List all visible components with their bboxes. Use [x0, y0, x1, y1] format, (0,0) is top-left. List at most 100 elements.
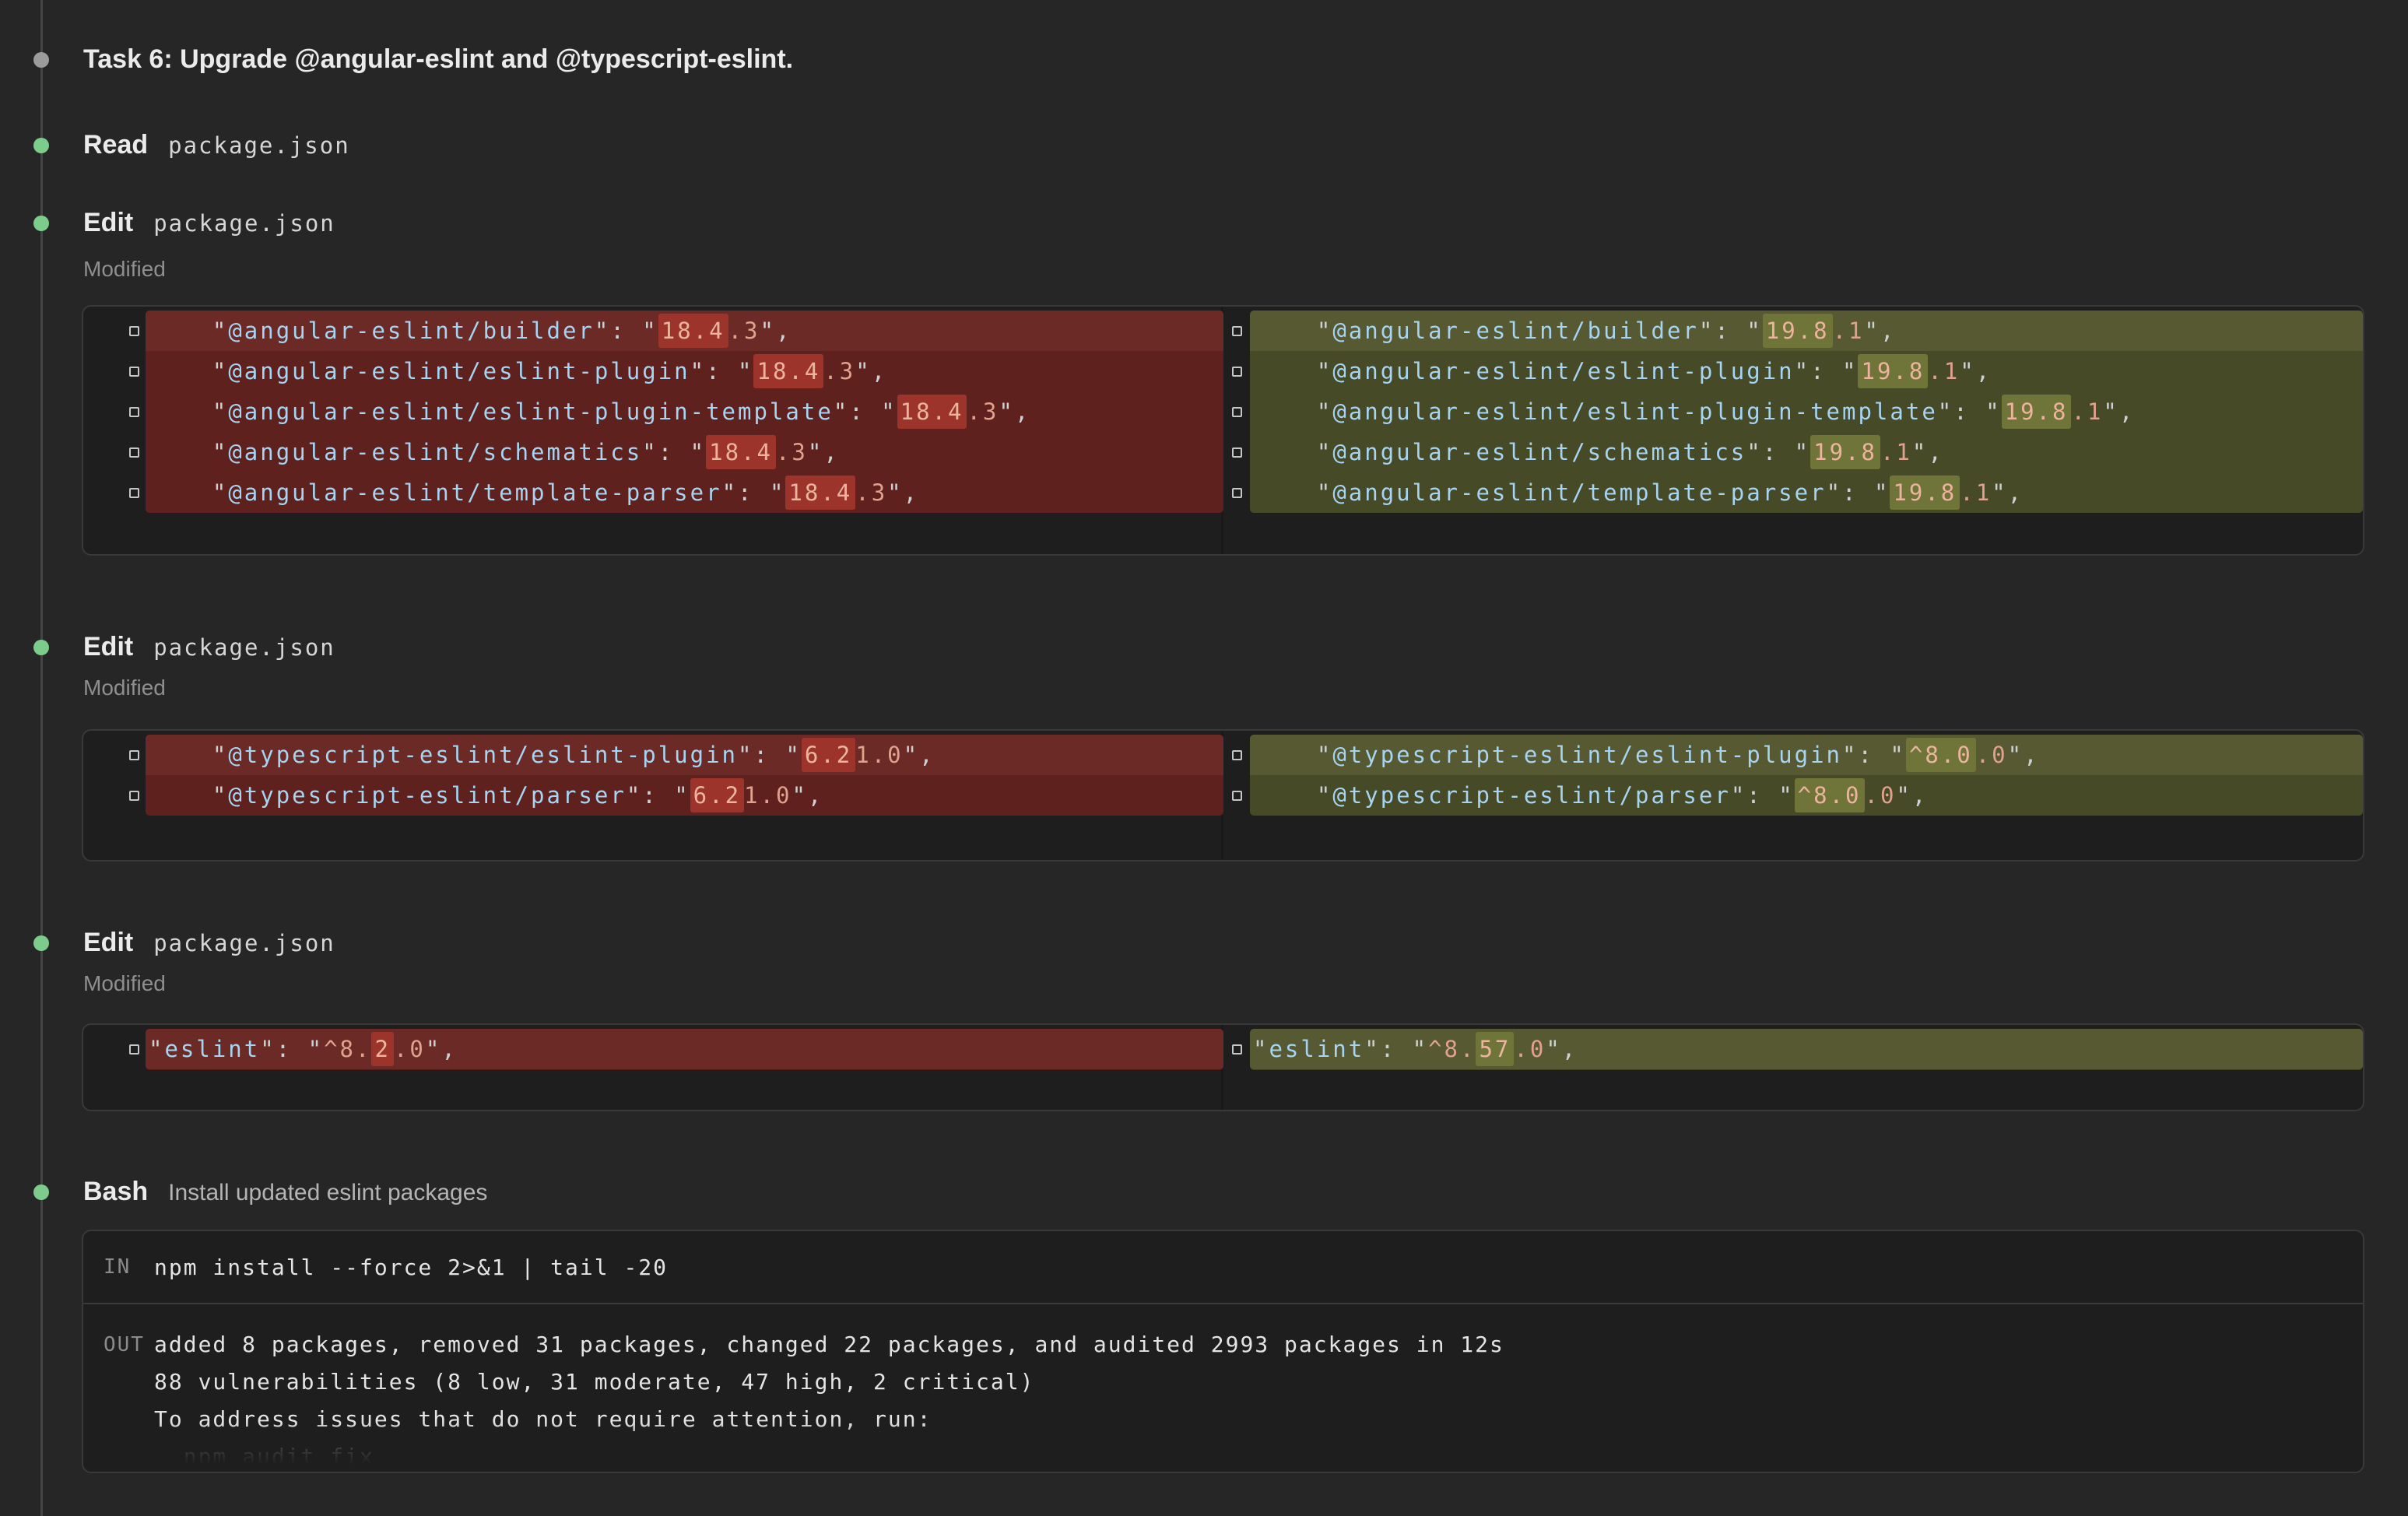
bash-input-section: IN npm install --force 2>&1 | tail -20	[83, 1231, 2363, 1304]
code-token: ",	[2103, 398, 2135, 425]
code-token: ",	[855, 358, 887, 384]
code-token: "	[149, 1036, 164, 1062]
bash-step-row[interactable]: Bash Install updated eslint packages	[83, 1177, 487, 1207]
code-token: .0	[1514, 1036, 1546, 1062]
code-token: "	[149, 782, 228, 809]
gutter-row	[129, 391, 139, 432]
edit1-added-panel: "@angular-eslint/builder": "19.8.1", "@a…	[1250, 311, 2363, 513]
gutter-row	[129, 432, 139, 472]
code-token: .3	[967, 398, 999, 425]
bash-command[interactable]: npm install --force 2>&1 | tail -20	[154, 1255, 668, 1280]
code-token: ": "	[1938, 398, 2002, 425]
code-token: ": "	[690, 358, 754, 384]
bash-description: Install updated eslint packages	[168, 1180, 487, 1206]
edit3-left-gutter	[83, 1029, 146, 1069]
gutter-row	[1232, 351, 1242, 391]
edit2-left-gutter	[83, 735, 146, 816]
diff-code-line: "@angular-eslint/template-parser": "18.4…	[146, 472, 1223, 513]
code-token: "	[1253, 742, 1332, 768]
diff-line-checkbox-icon[interactable]	[1232, 367, 1242, 377]
read-step-row[interactable]: Read package.json	[83, 130, 350, 160]
code-token: "	[149, 439, 228, 465]
code-token: ",	[792, 782, 823, 809]
read-file: package.json	[168, 132, 350, 159]
code-token: "	[1253, 358, 1332, 384]
diff-changed-token: 18.4	[753, 354, 823, 388]
edit1-step-row[interactable]: Edit package.json	[83, 208, 335, 238]
edit3-right-gutter	[1223, 1029, 1250, 1069]
code-token: ": "	[738, 742, 802, 768]
diff-line-checkbox-icon[interactable]	[129, 326, 139, 336]
bash-bullet	[33, 1184, 49, 1200]
task-bullet	[33, 52, 49, 68]
diff-line-checkbox-icon[interactable]	[1232, 447, 1242, 458]
code-token: ": "	[1364, 1036, 1428, 1062]
code-token: @typescript-eslint/parser	[1332, 782, 1731, 809]
diff-line-checkbox-icon[interactable]	[129, 750, 139, 760]
edit2-added-panel: "@typescript-eslint/eslint-plugin": "^8.…	[1250, 735, 2363, 816]
edit1-file: package.json	[153, 210, 335, 237]
code-token: "	[1253, 398, 1332, 425]
edit2-step-row[interactable]: Edit package.json	[83, 632, 335, 662]
bash-out-label: OUT	[83, 1326, 154, 1363]
edit1-right-gutter	[1223, 311, 1250, 513]
code-token: .3	[776, 439, 808, 465]
diff-changed-token: 18.4	[785, 476, 855, 510]
code-token: ",	[999, 398, 1030, 425]
code-token: @angular-eslint/builder	[228, 318, 595, 344]
diff-changed-token: 19.8	[1763, 314, 1833, 348]
code-token: ": "	[642, 439, 706, 465]
diff-line-checkbox-icon[interactable]	[129, 447, 139, 458]
code-token: ": "	[260, 1036, 324, 1062]
edit3-file: package.json	[153, 930, 335, 956]
read-bullet	[33, 138, 49, 153]
diff-line-checkbox-icon[interactable]	[1232, 791, 1242, 801]
edit2-right-gutter	[1223, 735, 1250, 816]
diff-changed-token: 19.8	[2002, 395, 2072, 429]
code-token: ",	[1992, 479, 2024, 506]
diff-line-checkbox-icon[interactable]	[1232, 326, 1242, 336]
diff-line-checkbox-icon[interactable]	[1232, 750, 1242, 760]
code-token: @angular-eslint/builder	[1332, 318, 1699, 344]
task-log-page: { "colors": { "page_bg": "#262626", "car…	[0, 0, 2408, 1516]
diff-line-checkbox-icon[interactable]	[1232, 407, 1242, 417]
edit1-verb: Edit	[83, 208, 133, 238]
diff-changed-token: 18.4	[658, 314, 728, 348]
gutter-row	[1232, 311, 1242, 351]
diff-line-checkbox-icon[interactable]	[129, 1044, 139, 1055]
diff-line-checkbox-icon[interactable]	[129, 488, 139, 498]
edit3-removed-panel: "eslint": "^8.2.0",	[146, 1029, 1223, 1069]
code-token: @angular-eslint/template-parser	[228, 479, 721, 506]
diff-code-line: "@angular-eslint/template-parser": "19.8…	[1250, 472, 2363, 513]
diff-changed-token: 18.4	[706, 435, 776, 469]
diff-line-checkbox-icon[interactable]	[129, 791, 139, 801]
code-token: @angular-eslint/eslint-plugin-template	[1332, 398, 1937, 425]
code-token: 1.0	[744, 782, 792, 809]
diff-code-line: "@typescript-eslint/parser": "6.21.0",	[146, 775, 1223, 816]
bash-output-section: OUT added 8 packages, removed 31 package…	[83, 1306, 2363, 1472]
edit3-added-panel: "eslint": "^8.57.0",	[1250, 1029, 2363, 1069]
edit1-diff-card: "@angular-eslint/builder": "18.4.3", "@a…	[82, 305, 2364, 556]
gutter-row	[129, 735, 139, 775]
code-token: .1	[2071, 398, 2103, 425]
code-token: "	[1253, 1036, 1269, 1062]
code-token: .0	[394, 1036, 426, 1062]
bash-output-line: 88 vulnerabilities (8 low, 31 moderate, …	[154, 1363, 1504, 1401]
code-token: @angular-eslint/eslint-plugin	[1332, 358, 1794, 384]
gutter-row	[129, 311, 139, 351]
diff-line-checkbox-icon[interactable]	[129, 367, 139, 377]
edit3-diff-card: "eslint": "^8.2.0", "eslint": "^8.57.0",	[82, 1023, 2364, 1111]
diff-line-checkbox-icon[interactable]	[1232, 1044, 1242, 1055]
code-token: eslint	[164, 1036, 260, 1062]
code-token: ": "	[834, 398, 897, 425]
bash-card: IN npm install --force 2>&1 | tail -20 O…	[82, 1230, 2364, 1473]
code-token: ": "	[1731, 782, 1795, 809]
edit3-step-row[interactable]: Edit package.json	[83, 928, 335, 958]
gutter-row	[129, 775, 139, 816]
diff-line-checkbox-icon[interactable]	[129, 407, 139, 417]
bash-output-list: added 8 packages, removed 31 packages, c…	[154, 1326, 1504, 1438]
code-token: "	[149, 479, 228, 506]
diff-line-checkbox-icon[interactable]	[1232, 488, 1242, 498]
diff-code-line: "@angular-eslint/eslint-plugin-template"…	[1250, 391, 2363, 432]
code-token: ",	[904, 742, 935, 768]
